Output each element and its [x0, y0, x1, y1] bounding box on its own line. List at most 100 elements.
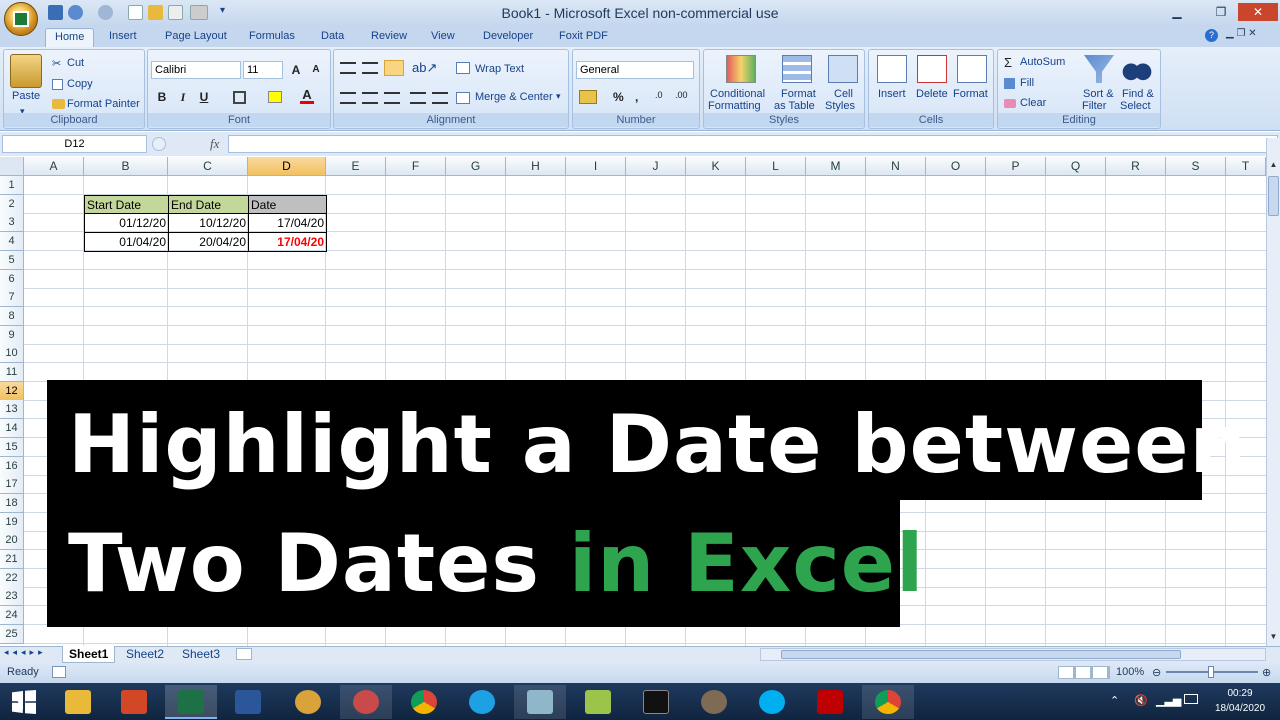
row-header-11[interactable]: 11 [0, 363, 24, 382]
orientation-icon[interactable]: ab↗ [412, 60, 437, 76]
tab-insert[interactable]: Insert [100, 28, 146, 47]
column-header-f[interactable]: F [386, 157, 446, 176]
font-color-icon[interactable]: A [300, 88, 314, 104]
taskbar-filezilla[interactable] [804, 685, 856, 719]
column-header-b[interactable]: B [84, 157, 168, 176]
sort-filter-line2[interactable]: Filter [1082, 100, 1106, 112]
find-select-icon[interactable] [1122, 55, 1152, 83]
office-button[interactable] [4, 2, 38, 36]
align-right-icon[interactable] [384, 92, 400, 104]
taskbar-gimp[interactable] [688, 685, 740, 719]
row-header-15[interactable]: 15 [0, 437, 24, 457]
column-header-j[interactable]: J [626, 157, 686, 176]
row-header-7[interactable]: 7 [0, 288, 24, 308]
column-header-k[interactable]: K [686, 157, 746, 176]
tab-review[interactable]: Review [362, 28, 416, 47]
taskbar-skype[interactable] [746, 685, 798, 719]
column-header-i[interactable]: I [566, 157, 626, 176]
format-cells-icon[interactable] [957, 55, 987, 83]
insert-function-icon[interactable]: fx [210, 136, 219, 152]
taskbar-snipping-tool[interactable] [340, 685, 392, 719]
column-header-t[interactable]: T [1226, 157, 1266, 176]
row-header-13[interactable]: 13 [0, 400, 24, 420]
network-icon[interactable]: ▁▃▅ [1156, 694, 1181, 707]
column-header-m[interactable]: M [806, 157, 866, 176]
row-header-19[interactable]: 19 [0, 512, 24, 532]
column-header-e[interactable]: E [326, 157, 386, 176]
align-left-icon[interactable] [340, 92, 356, 104]
column-header-c[interactable]: C [168, 157, 248, 176]
format-cells-button[interactable]: Format [953, 88, 988, 100]
cut-icon[interactable]: ✂ [52, 57, 61, 70]
row-header-20[interactable]: 20 [0, 531, 24, 551]
volume-muted-icon[interactable]: 🔇 [1134, 694, 1148, 707]
taskbar-word[interactable] [222, 685, 274, 719]
format-painter-icon[interactable] [52, 99, 65, 109]
cell-b4[interactable]: 01/04/20 [84, 233, 169, 252]
formula-bar-toggle-icon[interactable] [152, 137, 166, 151]
cut-button[interactable]: Cut [67, 57, 84, 69]
row-header-10[interactable]: 10 [0, 344, 24, 364]
taskbar-chrome[interactable] [398, 685, 450, 719]
align-top-icon[interactable] [340, 62, 356, 74]
wrap-text-icon[interactable] [456, 62, 470, 74]
macro-record-icon[interactable] [52, 666, 66, 678]
formula-input[interactable] [228, 135, 1278, 153]
taskbar-chrome-2[interactable] [862, 685, 914, 719]
column-header-p[interactable]: P [986, 157, 1046, 176]
decrease-indent-icon[interactable] [410, 92, 426, 104]
number-format-select[interactable]: General [576, 61, 694, 79]
cell-c4[interactable]: 20/04/20 [168, 233, 249, 252]
row-header-25[interactable]: 25 [0, 624, 24, 644]
copy-icon[interactable] [52, 79, 63, 90]
header-date[interactable]: Date [248, 195, 327, 214]
underline-button[interactable]: U [195, 88, 213, 106]
autosum-icon[interactable]: Σ [1004, 55, 1012, 70]
find-select-line2[interactable]: Select [1120, 100, 1151, 112]
find-select-line1[interactable]: Find & [1122, 88, 1154, 100]
view-mode-buttons-icon[interactable] [1058, 666, 1110, 679]
conditional-formatting-icon[interactable] [726, 55, 756, 83]
merge-dropdown-icon[interactable]: ▾ [556, 91, 561, 102]
row-header-8[interactable]: 8 [0, 306, 24, 326]
scroll-down-icon[interactable]: ▼ [1268, 632, 1279, 644]
row-header-3[interactable]: 3 [0, 213, 24, 233]
font-size-select[interactable]: 11 [243, 61, 283, 79]
zoom-level[interactable]: 100% [1116, 666, 1144, 678]
tab-foxit-pdf[interactable]: Foxit PDF [550, 28, 617, 47]
align-middle-icon[interactable] [362, 62, 378, 74]
sort-filter-line1[interactable]: Sort & [1083, 88, 1114, 100]
paste-button[interactable]: Paste [12, 90, 40, 102]
header-start-date[interactable]: Start Date [84, 195, 169, 214]
restore-icon[interactable]: ❐ [1208, 3, 1234, 21]
row-header-2[interactable]: 2 [0, 194, 24, 214]
shrink-font-icon[interactable]: A [307, 61, 325, 79]
row-header-16[interactable]: 16 [0, 456, 24, 476]
tab-developer[interactable]: Developer [474, 28, 542, 47]
sheet-nav-arrows-icon[interactable]: ◂◂◂▸▸ [4, 647, 47, 658]
cell-styles-line2[interactable]: Styles [825, 100, 855, 112]
tab-view[interactable]: View [422, 28, 464, 47]
format-as-table-line1[interactable]: Format [781, 88, 816, 100]
scroll-up-icon[interactable]: ▲ [1268, 160, 1279, 172]
delete-cells-icon[interactable] [917, 55, 947, 83]
row-header-17[interactable]: 17 [0, 475, 24, 495]
help-icon[interactable]: ? [1205, 29, 1218, 42]
column-header-g[interactable]: G [446, 157, 506, 176]
battery-icon[interactable] [1184, 694, 1198, 704]
ribbon-minimize-icon[interactable]: ▁ ❐ ✕ [1226, 28, 1257, 39]
select-all-corner[interactable] [0, 157, 24, 176]
fill-button[interactable]: Fill [1020, 77, 1034, 89]
horizontal-scroll-thumb[interactable] [781, 650, 1181, 659]
delete-cells-button[interactable]: Delete [916, 88, 948, 100]
vertical-scroll-thumb[interactable] [1268, 176, 1279, 216]
column-header-n[interactable]: N [866, 157, 926, 176]
cell-d3[interactable]: 17/04/20 [248, 214, 327, 233]
tray-show-hidden-icon[interactable]: ⌃ [1110, 694, 1119, 707]
cell-b3[interactable]: 01/12/20 [84, 214, 169, 233]
wrap-text-button[interactable]: Wrap Text [475, 63, 524, 75]
align-center-icon[interactable] [362, 92, 378, 104]
row-header-24[interactable]: 24 [0, 606, 24, 626]
format-as-table-icon[interactable] [782, 55, 812, 83]
sort-filter-icon[interactable] [1084, 55, 1114, 83]
